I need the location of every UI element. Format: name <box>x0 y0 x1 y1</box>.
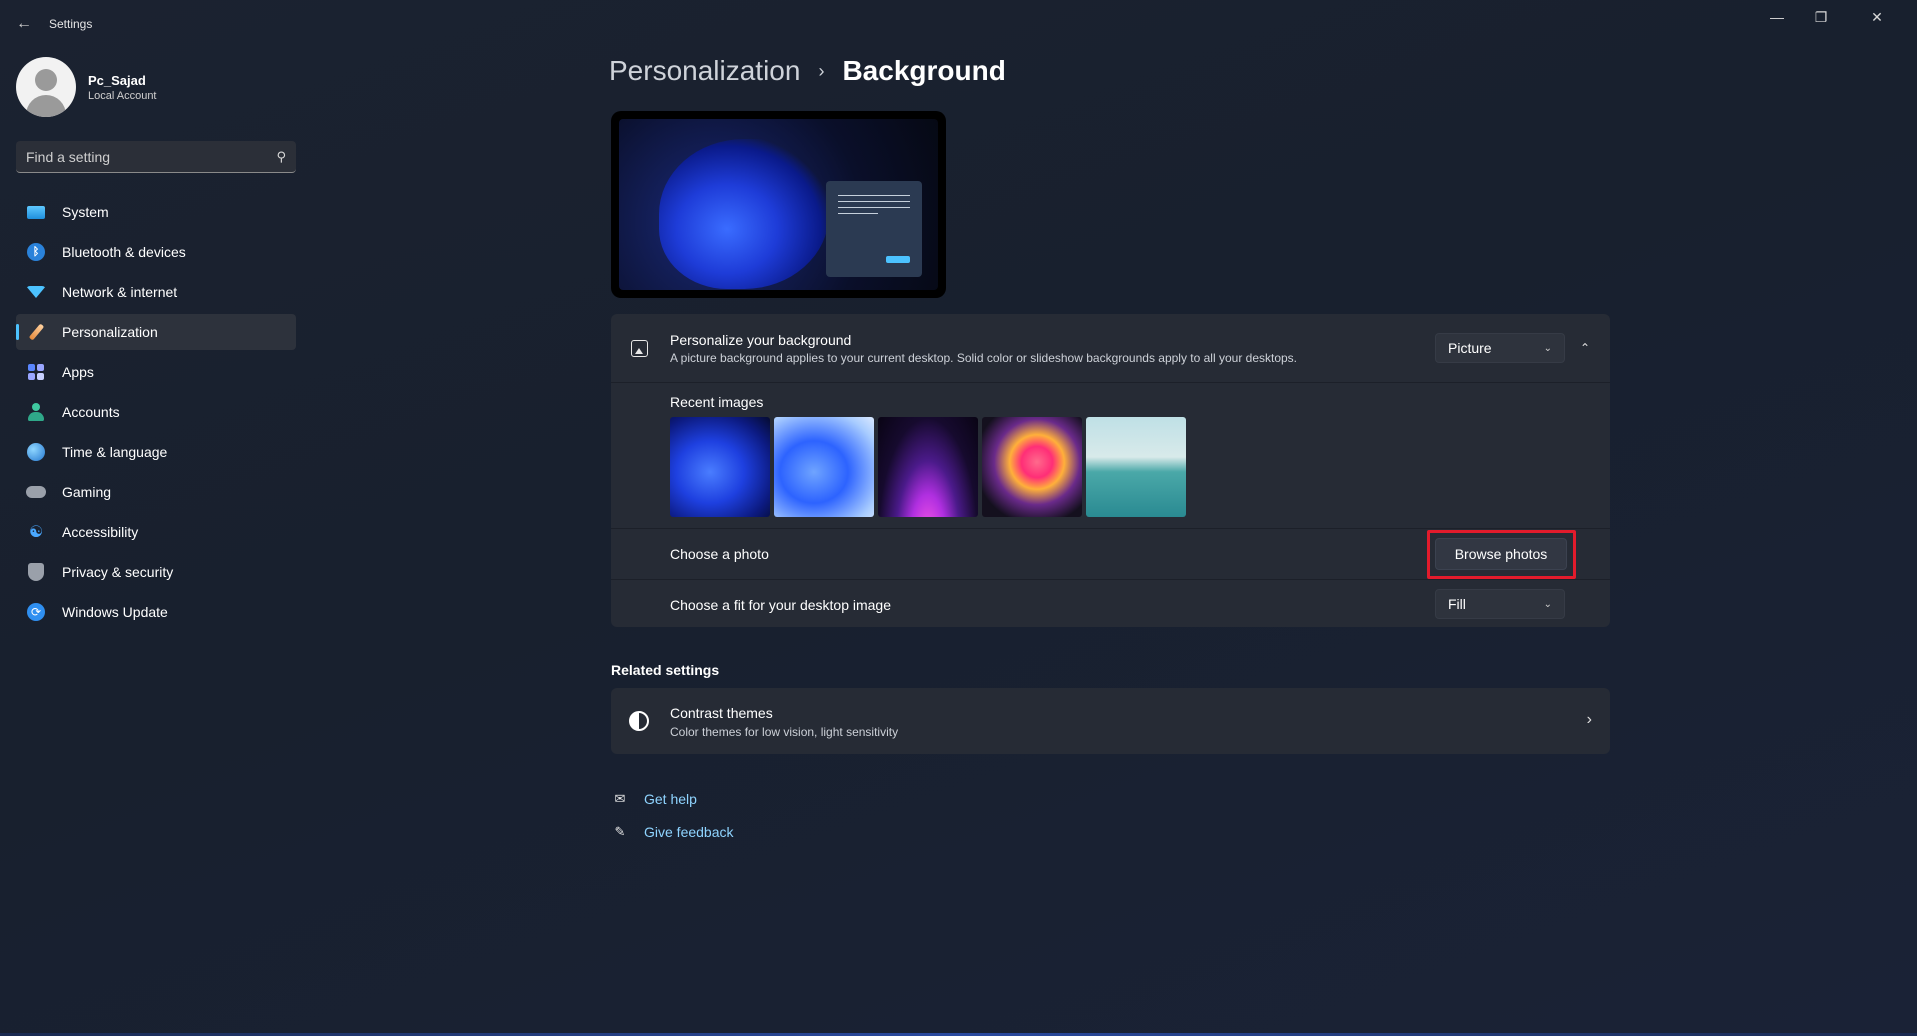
shield-icon <box>26 562 46 582</box>
gamepad-icon <box>26 482 46 502</box>
recent-images-list <box>670 417 1186 517</box>
recent-image-thumbnail[interactable] <box>982 417 1082 517</box>
sidebar-item-label: Windows Update <box>62 604 168 620</box>
personalize-background-title: Personalize your background <box>670 332 852 348</box>
sidebar-item-label: System <box>62 204 109 220</box>
preview-wallpaper <box>619 119 938 290</box>
profile-account-type: Local Account <box>88 89 157 102</box>
title-bar: ← Settings — ❐ ✕ <box>0 0 1917 48</box>
sidebar-item-accessibility[interactable]: ☯ Accessibility <box>16 514 296 550</box>
sidebar-item-apps[interactable]: Apps <box>16 354 296 390</box>
contrast-themes-title: Contrast themes <box>670 705 773 721</box>
choose-photo-label: Choose a photo <box>670 546 769 562</box>
recent-image-thumbnail[interactable] <box>670 417 770 517</box>
contrast-icon <box>629 711 649 731</box>
search-icon[interactable]: ⚲ <box>276 149 286 165</box>
sidebar-item-personalization[interactable]: Personalization <box>16 314 296 350</box>
sidebar-item-gaming[interactable]: Gaming <box>16 474 296 510</box>
browse-photos-button[interactable]: Browse photos <box>1435 538 1567 570</box>
maximize-button[interactable]: ❐ <box>1801 5 1841 29</box>
accessibility-icon: ☯ <box>28 524 44 541</box>
contrast-themes-description: Color themes for low vision, light sensi… <box>670 725 899 739</box>
background-type-dropdown[interactable]: Picture ⌄ <box>1435 333 1565 363</box>
sidebar-item-label: Apps <box>62 364 94 380</box>
choose-fit-label: Choose a fit for your desktop image <box>670 597 892 613</box>
background-type-value: Picture <box>1448 340 1492 356</box>
contrast-themes-card[interactable]: Contrast themes Color themes for low vis… <box>611 688 1610 754</box>
apps-icon <box>26 362 46 382</box>
breadcrumb: Personalization › Background <box>609 55 1006 87</box>
profile-name: Pc_Sajad <box>88 72 146 88</box>
sidebar-item-privacy-security[interactable]: Privacy & security <box>16 554 296 590</box>
breadcrumb-parent[interactable]: Personalization <box>609 55 800 87</box>
give-feedback-link[interactable]: ✎ Give feedback <box>611 823 734 841</box>
choose-fit-row: Choose a fit for your desktop image Fill… <box>611 579 1610 627</box>
chevron-right-icon: › <box>1586 711 1592 728</box>
sidebar-item-accounts[interactable]: Accounts <box>16 394 296 430</box>
give-feedback-label: Give feedback <box>644 824 734 840</box>
system-icon <box>26 202 46 222</box>
sidebar-item-time-language[interactable]: Time & language <box>16 434 296 470</box>
preview-window <box>826 181 922 277</box>
sidebar-item-bluetooth[interactable]: ᛒ Bluetooth & devices <box>16 234 296 270</box>
sidebar-nav: System ᛒ Bluetooth & devices Network & i… <box>16 194 296 634</box>
sidebar-item-system[interactable]: System <box>16 194 296 230</box>
sidebar-item-label: Privacy & security <box>62 564 174 580</box>
choose-photo-row: Choose a photo Browse photos <box>611 528 1610 579</box>
wifi-icon <box>26 282 46 302</box>
close-button[interactable]: ✕ <box>1857 5 1897 29</box>
recent-images-label: Recent images <box>670 394 764 410</box>
person-icon <box>26 402 46 422</box>
recent-image-thumbnail[interactable] <box>878 417 978 517</box>
chevron-down-icon: ⌄ <box>1543 598 1552 610</box>
bluetooth-icon: ᛒ <box>26 242 46 262</box>
breadcrumb-separator: › <box>818 60 825 81</box>
sidebar-item-label: Personalization <box>62 324 158 340</box>
feedback-icon: ✎ <box>614 824 626 839</box>
page-title: Background <box>842 55 1006 86</box>
minimize-button[interactable]: — <box>1757 5 1797 29</box>
avatar[interactable] <box>16 57 76 117</box>
sidebar-item-network[interactable]: Network & internet <box>16 274 296 310</box>
sidebar-item-label: Time & language <box>62 444 168 460</box>
chevron-up-icon[interactable]: ⌃ <box>1573 336 1597 360</box>
help-chat-icon: ✉ <box>614 791 626 806</box>
brush-icon <box>26 322 46 342</box>
sidebar-item-label: Accessibility <box>62 524 139 540</box>
user-profile[interactable]: Pc_Sajad Local Account <box>16 57 157 117</box>
desktop-preview <box>611 111 946 298</box>
sidebar-item-windows-update[interactable]: ⟳ Windows Update <box>16 594 296 630</box>
recent-image-thumbnail[interactable] <box>1086 417 1186 517</box>
personalize-background-row: Personalize your background A picture ba… <box>611 314 1610 382</box>
sidebar-item-label: Accounts <box>62 404 120 420</box>
personalize-background-description: A picture background applies to your cur… <box>670 351 1298 365</box>
get-help-link[interactable]: ✉ Get help <box>611 790 697 808</box>
sidebar-item-label: Bluetooth & devices <box>62 244 186 260</box>
back-arrow-icon[interactable]: ← <box>12 12 36 36</box>
recent-images-row: Recent images <box>611 382 1610 528</box>
search-input[interactable] <box>26 148 277 165</box>
update-icon: ⟳ <box>26 602 46 622</box>
chevron-down-icon: ⌄ <box>1543 342 1552 354</box>
window-title: Settings <box>49 17 93 31</box>
clock-globe-icon <box>26 442 46 462</box>
search-box[interactable]: ⚲ <box>16 141 296 173</box>
get-help-label: Get help <box>644 791 697 807</box>
fit-dropdown[interactable]: Fill ⌄ <box>1435 589 1565 619</box>
background-settings-card: Personalize your background A picture ba… <box>611 314 1610 627</box>
sidebar-item-label: Network & internet <box>62 284 178 300</box>
sidebar-item-label: Gaming <box>62 484 112 500</box>
fit-value: Fill <box>1448 596 1466 612</box>
related-settings-heading: Related settings <box>611 662 720 678</box>
recent-image-thumbnail[interactable] <box>774 417 874 517</box>
image-icon <box>629 338 649 358</box>
